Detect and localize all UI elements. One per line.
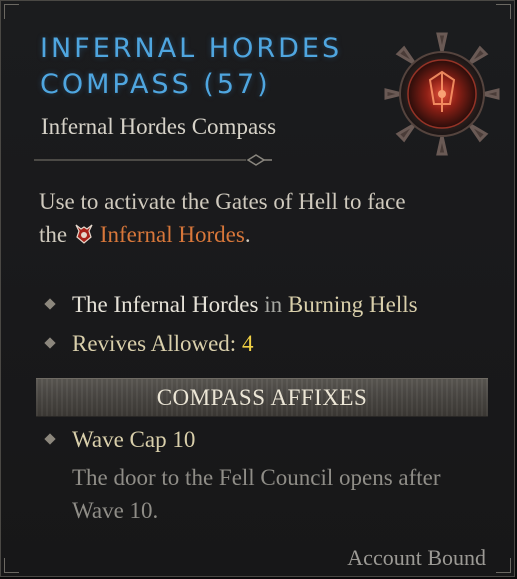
item-title: Infernal Hordes Compass (57) [40,31,370,103]
property-label: Revives Allowed: [72,331,237,356]
property-zone: The Infernal Hordes in Burning Hells [44,290,418,320]
diamond-bullet-icon [44,337,56,349]
item-type: Infernal Hordes Compass [41,114,277,139]
title-divider [34,154,272,166]
infernal-hordes-icon [73,221,95,244]
item-title-line2: Compass (57) [40,69,271,100]
corner-ornament [4,4,19,19]
affix-description: The door to the Fell Council opens after… [72,465,441,523]
description-text: the [39,222,68,247]
property-revives: Revives Allowed: 4 [44,329,254,359]
property-label: The Infernal Hordes [72,292,259,317]
affix-name: Wave Cap 10 [72,427,196,452]
compass-item-icon [383,31,501,157]
property-value: Burning Hells [287,292,418,317]
account-bound-label: Account Bound [347,545,486,570]
description-text: . [244,222,251,247]
description-text: Use to activate the Gates of Hell to fac… [39,189,406,214]
item-title-line1: Infernal Hordes [40,33,343,64]
affix-item: Wave Cap 10 [44,425,196,455]
property-value: 4 [241,331,254,356]
affix-section-header: Compass Affixes [36,378,488,417]
item-tooltip: Infernal Hordes Compass (57) [0,0,515,577]
infernal-hordes-link: Infernal Hordes [99,222,245,247]
property-connector: in [264,292,283,317]
corner-ornament [496,558,511,573]
corner-ornament [496,4,511,19]
item-description: Use to activate the Gates of Hell to fac… [39,185,479,251]
diamond-bullet-icon [44,298,56,310]
corner-ornament [4,558,19,573]
diamond-bullet-icon [44,433,56,445]
